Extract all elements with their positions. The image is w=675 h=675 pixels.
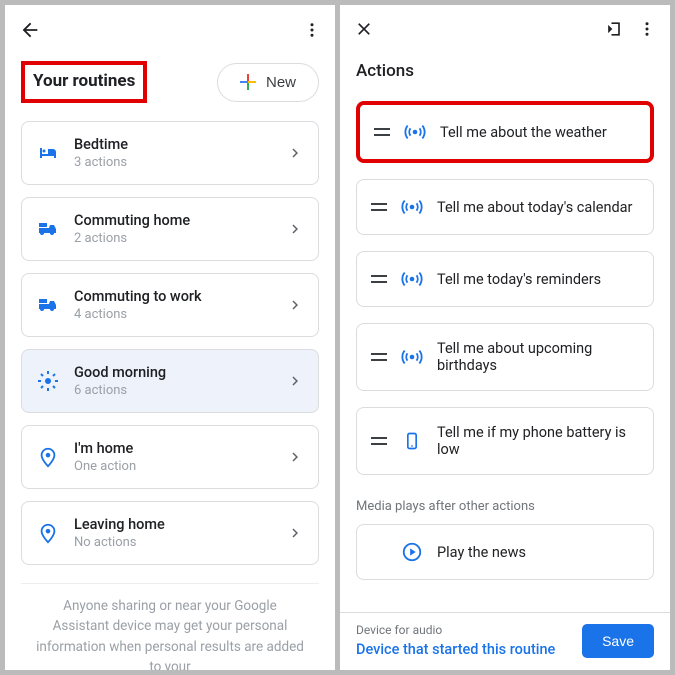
- drag-handle-icon[interactable]: [371, 275, 387, 283]
- media-label: Play the news: [437, 544, 639, 561]
- routine-name: I'm home: [74, 440, 272, 457]
- routine-name: Commuting home: [74, 212, 272, 229]
- save-button[interactable]: Save: [582, 624, 654, 658]
- routines-panel: Your routines New Bedtime 3 actions Commut…: [5, 5, 335, 670]
- vehicle-icon: [36, 293, 60, 317]
- routine-name: Bedtime: [74, 136, 272, 153]
- routine-card[interactable]: Commuting home 2 actions: [21, 197, 319, 261]
- broadcast-icon: [401, 196, 423, 218]
- routine-name: Leaving home: [74, 516, 272, 533]
- drag-handle-icon[interactable]: [374, 128, 390, 136]
- routine-card[interactable]: Bedtime 3 actions: [21, 121, 319, 185]
- routine-sub: 4 actions: [74, 307, 272, 322]
- close-icon[interactable]: [354, 19, 374, 39]
- drag-handle-icon[interactable]: [371, 353, 387, 361]
- routine-sub: 2 actions: [74, 231, 272, 246]
- pin-icon: [36, 521, 60, 545]
- broadcast-icon: [404, 121, 426, 143]
- routine-sub: 3 actions: [74, 155, 272, 170]
- action-label: Tell me if my phone battery is low: [437, 424, 639, 458]
- sun-icon: [36, 369, 60, 393]
- play-icon: [401, 541, 423, 563]
- back-icon[interactable]: [19, 19, 41, 41]
- action-label: Tell me about upcoming birthdays: [437, 340, 639, 374]
- routine-name: Good morning: [74, 364, 272, 381]
- broadcast-icon: [401, 346, 423, 368]
- drag-handle-icon[interactable]: [371, 203, 387, 211]
- routine-sub: No actions: [74, 535, 272, 550]
- new-button[interactable]: New: [217, 63, 319, 102]
- more-icon[interactable]: [638, 20, 656, 38]
- bed-icon: [36, 141, 60, 165]
- routine-card[interactable]: Commuting to work 4 actions: [21, 273, 319, 337]
- action-card[interactable]: Tell me today's reminders: [356, 251, 654, 307]
- action-card[interactable]: Tell me if my phone battery is low: [356, 407, 654, 475]
- routine-sub: 6 actions: [74, 383, 272, 398]
- divider: [21, 583, 319, 584]
- action-card[interactable]: Tell me about today's calendar: [356, 179, 654, 235]
- left-topbar: [5, 5, 335, 49]
- routine-card[interactable]: Leaving home No actions: [21, 501, 319, 565]
- drag-handle-icon[interactable]: [371, 437, 387, 445]
- action-label: Tell me about today's calendar: [437, 199, 639, 216]
- actions-title: Actions: [340, 47, 670, 101]
- cast-icon[interactable]: [604, 19, 624, 39]
- routine-card[interactable]: I'm home One action: [21, 425, 319, 489]
- right-topbar: [340, 5, 670, 47]
- bottom-bar: Device for audio Device that started thi…: [340, 612, 670, 670]
- media-card[interactable]: Play the news: [356, 524, 654, 580]
- device-label: Device for audio: [356, 623, 555, 637]
- pin-icon: [36, 445, 60, 469]
- chevron-right-icon: [286, 296, 304, 314]
- broadcast-icon: [401, 268, 423, 290]
- chevron-right-icon: [286, 524, 304, 542]
- chevron-right-icon: [286, 448, 304, 466]
- more-icon[interactable]: [303, 21, 321, 39]
- device-link[interactable]: Device that started this routine: [356, 641, 555, 658]
- routine-sub: One action: [74, 459, 272, 474]
- media-subhead: Media plays after other actions: [340, 475, 670, 524]
- plus-icon: [240, 74, 256, 90]
- page-title: Your routines: [21, 61, 147, 103]
- chevron-right-icon: [286, 144, 304, 162]
- footnote: Anyone sharing or near your Google Assis…: [5, 596, 335, 670]
- action-card[interactable]: Tell me about upcoming birthdays: [356, 323, 654, 391]
- action-card[interactable]: Tell me about the weather: [356, 101, 654, 163]
- routine-name: Commuting to work: [74, 288, 272, 305]
- action-label: Tell me about the weather: [440, 124, 636, 141]
- vehicle-icon: [36, 217, 60, 241]
- routine-card[interactable]: Good morning 6 actions: [21, 349, 319, 413]
- actions-panel: Actions Tell me about the weather Tell me…: [340, 5, 670, 670]
- action-label: Tell me today's reminders: [437, 271, 639, 288]
- chevron-right-icon: [286, 372, 304, 390]
- chevron-right-icon: [286, 220, 304, 238]
- phone-icon: [401, 430, 423, 452]
